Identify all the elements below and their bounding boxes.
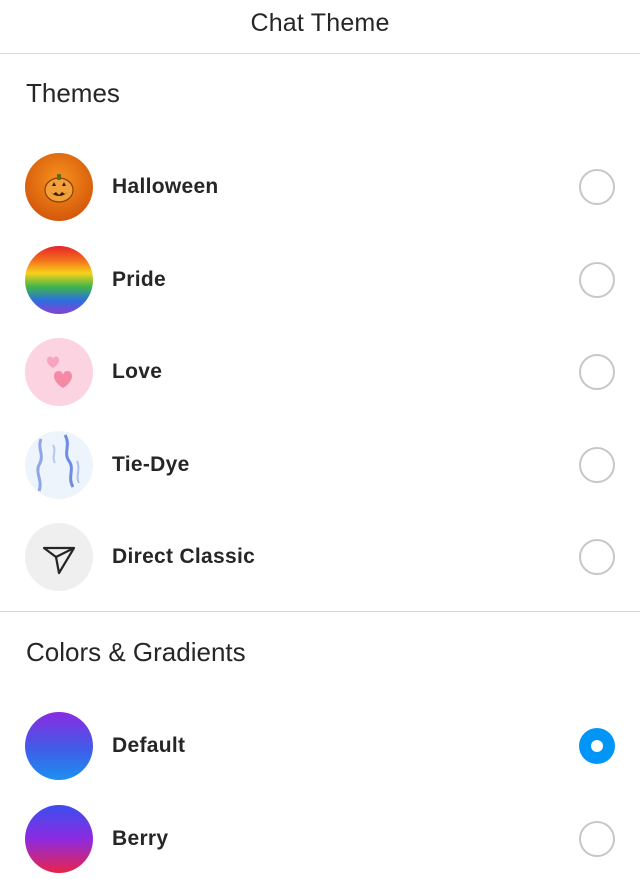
header-bar: Chat Theme — [0, 0, 640, 54]
color-label-default: Default — [112, 734, 186, 757]
theme-label-direct-classic: Direct Classic — [112, 545, 256, 568]
section-title-themes: Themes — [26, 78, 120, 108]
radio-dot — [591, 740, 603, 752]
radio-berry[interactable] — [579, 821, 615, 857]
section-divider — [0, 611, 640, 612]
radio-direct-classic[interactable] — [579, 539, 615, 575]
color-label-berry: Berry — [112, 827, 169, 850]
theme-label-tie-dye: Tie-Dye — [112, 453, 190, 476]
radio-halloween[interactable] — [579, 169, 615, 205]
paper-plane-icon — [25, 523, 93, 591]
gradient-purple-blue-icon — [25, 712, 93, 780]
page-title: Chat Theme — [250, 9, 390, 37]
hearts-icon — [25, 338, 93, 406]
tie-dye-icon — [25, 431, 93, 499]
theme-row-direct-classic[interactable]: Direct Classic — [0, 517, 640, 597]
section-title-colors-gradients: Colors & Gradients — [26, 637, 246, 667]
theme-row-love[interactable]: Love — [0, 332, 640, 412]
theme-label-love: Love — [112, 360, 163, 383]
rainbow-icon — [25, 246, 93, 314]
color-row-default[interactable]: Default — [0, 706, 640, 786]
radio-pride[interactable] — [579, 262, 615, 298]
color-row-berry[interactable]: Berry — [0, 799, 640, 879]
theme-label-pride: Pride — [112, 268, 167, 291]
radio-default-selected[interactable] — [579, 728, 615, 764]
radio-love[interactable] — [579, 354, 615, 390]
theme-row-halloween[interactable]: Halloween — [0, 147, 640, 227]
pumpkin-icon — [25, 153, 93, 221]
theme-label-halloween: Halloween — [112, 175, 219, 198]
theme-row-tie-dye[interactable]: Tie-Dye — [0, 425, 640, 505]
gradient-blue-red-icon — [25, 805, 93, 873]
radio-tie-dye[interactable] — [579, 447, 615, 483]
theme-row-pride[interactable]: Pride — [0, 240, 640, 320]
